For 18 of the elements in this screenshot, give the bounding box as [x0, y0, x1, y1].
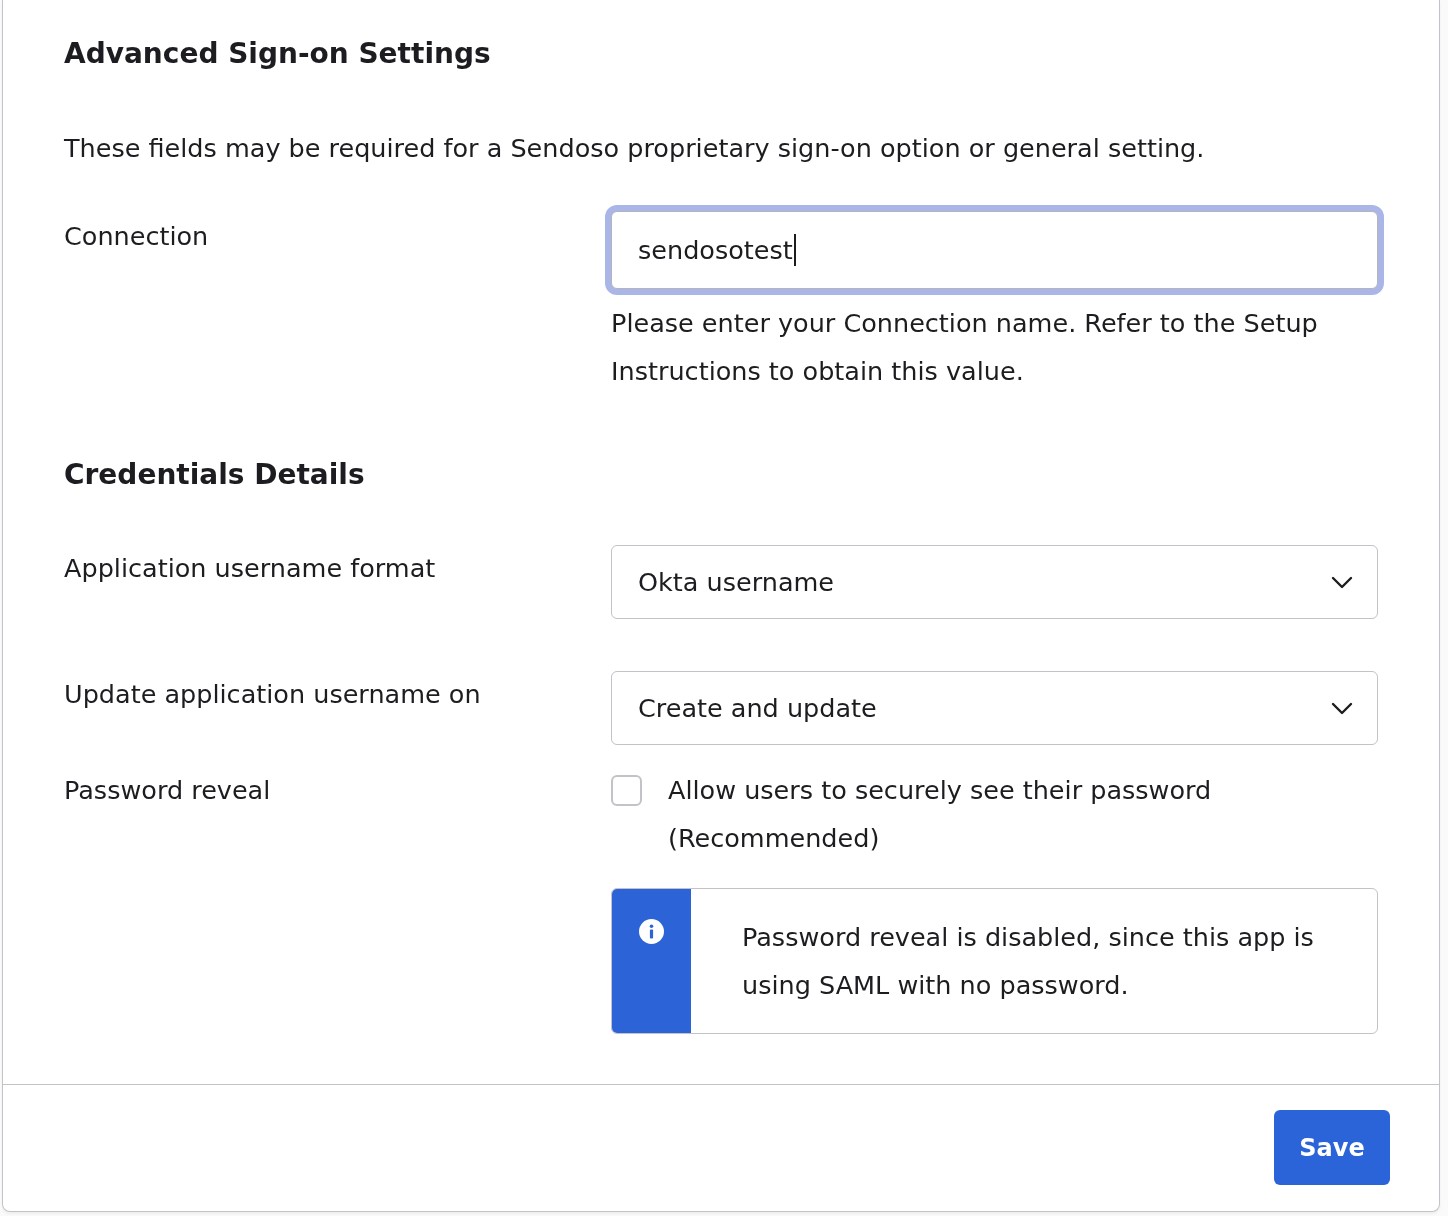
checkbox-label: Allow users to securely see their password (Recommended)	[668, 774, 1213, 855]
help-text: Please enter your Connection name. Refer to the Setup Instructions to obtain this value.	[611, 307, 1319, 388]
section-title: Advanced Sign-on Settings	[64, 36, 492, 72]
text-cursor-icon	[793, 234, 796, 266]
field-label: Connection	[64, 220, 210, 253]
select-dropdown[interactable]: Okta username	[611, 545, 1378, 619]
section-description: These fields may be required for a Sendoso proprietary sign-on option or general setting.	[64, 132, 1206, 165]
select-dropdown[interactable]: Create and update	[611, 671, 1378, 745]
field-label: Application username format	[64, 552, 437, 585]
chevron-down-icon	[1331, 701, 1353, 715]
chevron-down-icon	[1331, 575, 1353, 589]
field-label: Password reveal	[64, 774, 272, 807]
notice-text: Password reveal is disabled, since this app is using SAML with no password.	[741, 921, 1315, 1002]
field-label: Update application username on	[64, 678, 482, 711]
save-button[interactable]: Save	[1274, 1110, 1390, 1185]
section-title: Credentials Details	[64, 457, 366, 493]
info-icon	[639, 919, 664, 944]
checkbox[interactable]	[611, 775, 642, 806]
